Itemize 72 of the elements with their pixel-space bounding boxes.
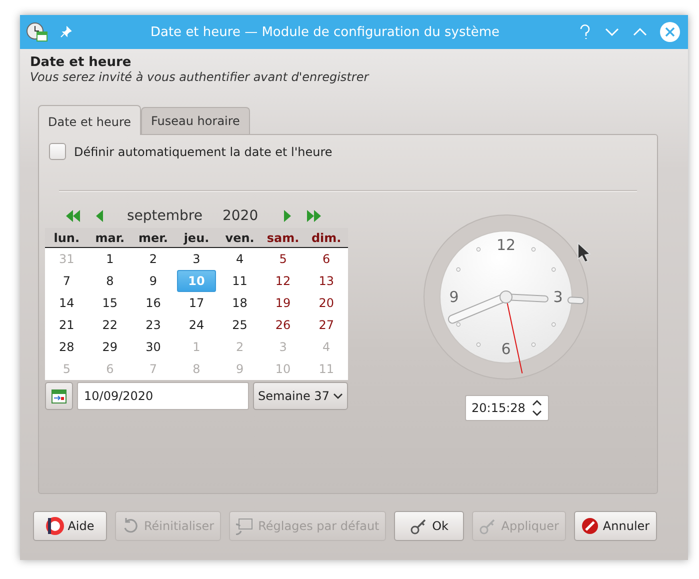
- calendar-day[interactable]: 2: [132, 248, 174, 270]
- calendar-day[interactable]: 7: [46, 270, 88, 292]
- calendar-day[interactable]: 13: [306, 270, 347, 292]
- key-icon: [410, 517, 428, 535]
- calendar-day[interactable]: 18: [219, 292, 260, 314]
- calendar-day[interactable]: 5: [262, 248, 304, 270]
- weekday-header: mar.: [88, 228, 132, 248]
- dialog-button[interactable]: Aide: [33, 511, 107, 541]
- calendar-day[interactable]: 20: [306, 292, 347, 314]
- calendar-day[interactable]: 28: [46, 336, 88, 358]
- tab[interactable]: Fuseau horaire: [141, 107, 250, 134]
- calendar-day[interactable]: 1: [89, 248, 131, 270]
- window-title: Date et heure — Module de configuration du système: [149, 24, 500, 40]
- calendar-day[interactable]: 17: [176, 292, 218, 314]
- weekday-header: sam.: [261, 228, 305, 248]
- calendar-day[interactable]: 24: [176, 314, 218, 336]
- restore-icon: [236, 517, 254, 535]
- weekday-header: lun.: [45, 228, 88, 248]
- mouse-cursor-icon: [576, 242, 590, 262]
- maximize-icon[interactable]: [632, 26, 648, 38]
- pin-icon[interactable]: [60, 26, 72, 38]
- calendar-day[interactable]: 11: [219, 270, 260, 292]
- calendar-icon: [51, 388, 67, 404]
- help-icon[interactable]: [578, 24, 592, 40]
- calendar-day[interactable]: 19: [262, 292, 304, 314]
- calendar-day[interactable]: 29: [89, 336, 131, 358]
- time-field[interactable]: 20:15:28: [464, 395, 548, 421]
- analog-clock: 12 3 6 9: [422, 214, 588, 380]
- calendar-day[interactable]: 25: [219, 314, 260, 336]
- close-icon[interactable]: [660, 22, 680, 42]
- weekday-header: dim.: [304, 228, 348, 248]
- page-subtitle: Vous serez invité à vous authentifier avant d'enregistrer: [30, 70, 370, 84]
- double-right-arrow-icon[interactable]: [306, 209, 322, 223]
- minimize-icon[interactable]: [604, 26, 620, 38]
- checkbox[interactable]: [49, 143, 66, 160]
- cancel-icon: [580, 517, 599, 535]
- week-dropdown[interactable]: Semaine 37: [253, 382, 348, 410]
- tab[interactable]: Date et heure: [38, 105, 142, 135]
- calendar-day[interactable]: 8: [89, 270, 131, 292]
- year-button[interactable]: 2020: [222, 208, 258, 224]
- dialog-button[interactable]: Ok: [394, 511, 464, 541]
- page-title: Date et heure: [30, 55, 132, 70]
- calendar-day[interactable]: 16: [132, 292, 174, 314]
- weekday-header: jeu.: [174, 228, 218, 248]
- calendar-day[interactable]: 14: [46, 292, 88, 314]
- calendar-day[interactable]: 9: [132, 270, 174, 292]
- double-left-arrow-icon[interactable]: [65, 209, 81, 223]
- calendar-day[interactable]: 30: [132, 336, 174, 358]
- calendar-day[interactable]: 26: [262, 314, 304, 336]
- spin-arrows-icon[interactable]: [532, 399, 542, 417]
- calendar-day[interactable]: 23: [132, 314, 174, 336]
- calendar-day[interactable]: 22: [89, 314, 131, 336]
- month-button[interactable]: septembre: [127, 208, 202, 224]
- calendar-day[interactable]: 27: [306, 314, 347, 336]
- date-field[interactable]: 10/09/2020: [77, 382, 249, 410]
- calendar-day[interactable]: 4: [219, 248, 260, 270]
- right-arrow-icon[interactable]: [282, 209, 292, 223]
- today-button[interactable]: [45, 382, 73, 410]
- calendar-day[interactable]: 15: [89, 292, 131, 314]
- checkbox-label[interactable]: Définir automatiquement la date et l'heure: [74, 144, 332, 158]
- left-arrow-icon[interactable]: [95, 209, 105, 223]
- key-icon: [479, 517, 498, 535]
- weekday-header: ven.: [218, 228, 262, 248]
- calendar-day[interactable]: 21: [46, 314, 88, 336]
- dialog-button[interactable]: Annuler: [574, 511, 657, 541]
- calendar-day[interactable]: 12: [262, 270, 304, 292]
- undo-icon: [122, 517, 140, 535]
- clock-calendar-icon: [26, 22, 48, 42]
- lifebuoy-icon: [46, 517, 64, 535]
- weekday-header: mer.: [132, 228, 175, 248]
- calendar-day[interactable]: 6: [306, 248, 347, 270]
- calendar-day[interactable]: 3: [176, 248, 218, 270]
